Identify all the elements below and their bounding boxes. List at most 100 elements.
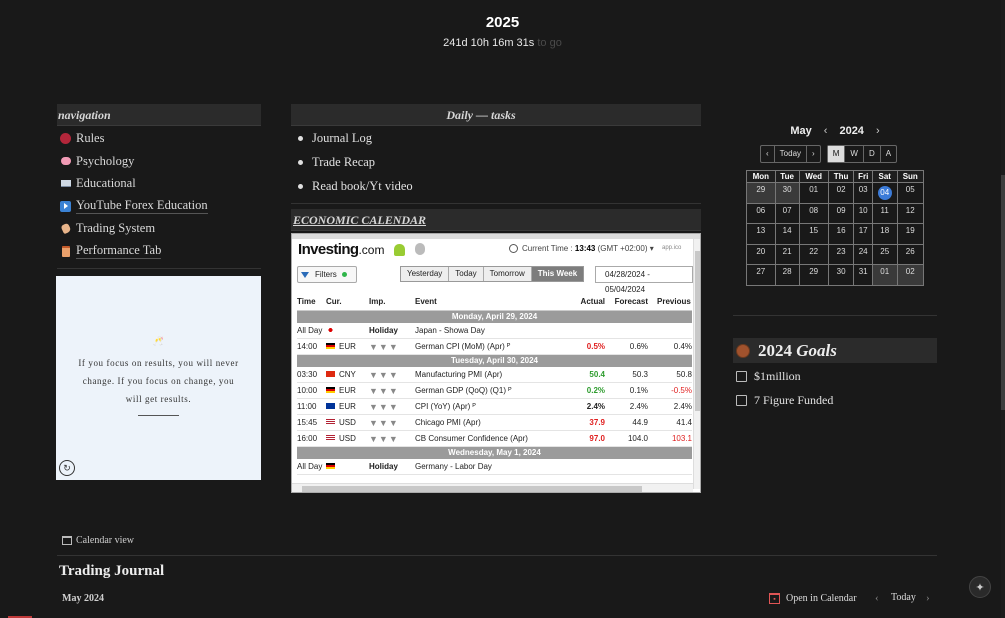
refresh-icon[interactable]: ↻: [59, 460, 75, 476]
task-item[interactable]: Read book/Yt video: [298, 177, 413, 195]
calendar-day[interactable]: 12: [896, 202, 925, 224]
task-item[interactable]: Journal Log: [298, 129, 372, 147]
vertical-scrollbar[interactable]: [693, 239, 700, 489]
cell-event[interactable]: Manufacturing PMI (Apr): [415, 370, 502, 379]
table-row[interactable]: All Day Holiday Japan - Showa Day: [297, 323, 692, 339]
calendar-day[interactable]: 19: [896, 223, 925, 245]
apple-icon[interactable]: [415, 243, 425, 255]
col-forecast[interactable]: Forecast: [613, 297, 648, 306]
calendar-day[interactable]: 29: [746, 182, 776, 204]
filters-button[interactable]: Filters: [297, 266, 357, 283]
android-icon[interactable]: [394, 244, 405, 256]
nav-item-youtube-forex[interactable]: YouTube Forex Education: [59, 196, 208, 216]
cell-event[interactable]: Chicago PMI (Apr): [415, 418, 481, 427]
cell-event[interactable]: CB Consumer Confidence (Apr): [415, 434, 528, 443]
checkbox[interactable]: [736, 394, 747, 406]
timezone[interactable]: (GMT +02:00): [598, 244, 648, 253]
calendar-view-tab[interactable]: Calendar view: [62, 535, 134, 546]
calendar-day[interactable]: 02: [896, 264, 925, 286]
chevron-right-icon[interactable]: ›: [926, 592, 930, 604]
tab-today[interactable]: Today: [449, 267, 484, 281]
col-importance[interactable]: Imp.: [369, 297, 385, 306]
task-item[interactable]: Trade Recap: [298, 153, 375, 171]
calendar-day[interactable]: 23: [827, 243, 855, 265]
col-currency[interactable]: Cur.: [326, 297, 342, 306]
calendar-day[interactable]: 29: [798, 264, 829, 286]
investing-logo[interactable]: Investing.com: [298, 241, 384, 258]
calendar-day[interactable]: 04: [871, 182, 898, 204]
calendar-day[interactable]: 26: [896, 243, 925, 265]
col-event[interactable]: Event: [415, 297, 437, 306]
nav-item-trading-system[interactable]: Trading System: [59, 218, 155, 238]
calendar-day[interactable]: 09: [827, 202, 855, 224]
calendar-day[interactable]: 24: [853, 243, 873, 265]
calendar-next-button[interactable]: ›: [807, 146, 820, 162]
nav-item-educational[interactable]: Educational: [59, 173, 136, 193]
calendar-day[interactable]: 14: [774, 223, 800, 245]
investing-widget[interactable]: Investing.com Current Time : 13:43 (GMT …: [291, 233, 701, 493]
table-row[interactable]: 11:00 EUR ▼▼▼ CPI (YoY) (Apr) ᴾ 2.4% 2.4% 2.4%: [297, 399, 692, 415]
table-row[interactable]: All Day Holiday Germany - Labor Day: [297, 459, 692, 475]
journal-title[interactable]: Trading Journal: [59, 563, 164, 580]
goal-item[interactable]: 7 Figure Funded: [736, 392, 833, 408]
calendar-day[interactable]: 16: [827, 223, 855, 245]
view-month-button[interactable]: M: [827, 146, 846, 162]
calendar-day[interactable]: 11: [871, 202, 898, 224]
calendar-day[interactable]: 08: [798, 202, 829, 224]
tab-tomorrow[interactable]: Tomorrow: [483, 267, 532, 281]
cell-event[interactable]: German CPI (MoM) (Apr) ᴾ: [415, 342, 510, 351]
nav-item-psychology[interactable]: Psychology: [59, 151, 134, 171]
calendar-day[interactable]: 20: [746, 243, 776, 265]
cell-event[interactable]: Japan - Showa Day: [415, 326, 485, 335]
journal-today-button[interactable]: Today: [891, 592, 916, 603]
table-row[interactable]: 16:00 USD ▼▼▼ CB Consumer Confidence (Apr) 9…: [297, 431, 692, 447]
ai-sparkle-icon[interactable]: ✦: [969, 576, 991, 598]
chevron-right-icon[interactable]: ›: [876, 125, 880, 137]
calendar-day[interactable]: 25: [871, 243, 898, 265]
view-agenda-button[interactable]: A: [881, 146, 896, 162]
checkbox[interactable]: [736, 370, 747, 382]
chevron-left-icon[interactable]: ‹: [875, 592, 879, 604]
calendar-day[interactable]: 15: [798, 223, 829, 245]
page-scrollbar[interactable]: [1001, 0, 1005, 618]
calendar-day[interactable]: 22: [798, 243, 829, 265]
calendar-day[interactable]: 07: [774, 202, 800, 224]
goal-item[interactable]: $1million: [736, 368, 801, 384]
tab-yesterday[interactable]: Yesterday: [401, 267, 450, 281]
calendar-day[interactable]: 30: [827, 264, 855, 286]
table-row[interactable]: 14:00 EUR ▼▼▼ German CPI (MoM) (Apr) ᴾ 0.5% 0…: [297, 339, 692, 355]
calendar-day[interactable]: 30: [774, 182, 800, 204]
view-week-button[interactable]: W: [845, 146, 864, 162]
col-time[interactable]: Time: [297, 297, 316, 306]
col-actual[interactable]: Actual: [573, 297, 605, 306]
cell-event[interactable]: CPI (YoY) (Apr) ᴾ: [415, 402, 476, 411]
cell-event[interactable]: Germany - Labor Day: [415, 462, 492, 471]
calendar-day[interactable]: 10: [853, 202, 873, 224]
calendar-day[interactable]: 18: [871, 223, 898, 245]
table-row[interactable]: 03:30 CNY ▼▼▼ Manufacturing PMI (Apr) 50.4 50…: [297, 367, 692, 383]
table-row[interactable]: 10:00 EUR ▼▼▼ German GDP (QoQ) (Q1) ᴾ 0.2% 0.…: [297, 383, 692, 399]
calendar-day[interactable]: 03: [853, 182, 873, 204]
calendar-today-button[interactable]: Today: [775, 146, 808, 162]
calendar-day[interactable]: 13: [746, 223, 776, 245]
calendar-day[interactable]: 02: [827, 182, 855, 204]
calendar-day[interactable]: 21: [774, 243, 800, 265]
calendar-day[interactable]: 05: [896, 182, 925, 204]
calendar-day[interactable]: 28: [774, 264, 800, 286]
calendar-day[interactable]: 31: [853, 264, 873, 286]
col-previous[interactable]: Previous: [657, 297, 692, 306]
calendar-day[interactable]: 17: [853, 223, 873, 245]
tab-this-week[interactable]: This Week: [531, 267, 584, 281]
chevron-left-icon[interactable]: ‹: [824, 125, 828, 137]
calendar-day[interactable]: 01: [871, 264, 898, 286]
open-in-calendar-button[interactable]: ▪ Open in Calendar: [764, 589, 862, 608]
calendar-day[interactable]: 06: [746, 202, 776, 224]
calendar-day[interactable]: 01: [798, 182, 829, 204]
nav-item-performance-tab[interactable]: Performance Tab: [59, 241, 162, 261]
calendar-day[interactable]: 27: [746, 264, 776, 286]
horizontal-scrollbar[interactable]: [292, 483, 693, 492]
table-row[interactable]: 15:45 USD ▼▼▼ Chicago PMI (Apr) 37.9 44.9 41.4: [297, 415, 692, 431]
cell-event[interactable]: German GDP (QoQ) (Q1) ᴾ: [415, 386, 512, 395]
date-range-input[interactable]: 04/28/2024 - 05/04/2024: [595, 266, 693, 294]
view-day-button[interactable]: D: [864, 146, 881, 162]
